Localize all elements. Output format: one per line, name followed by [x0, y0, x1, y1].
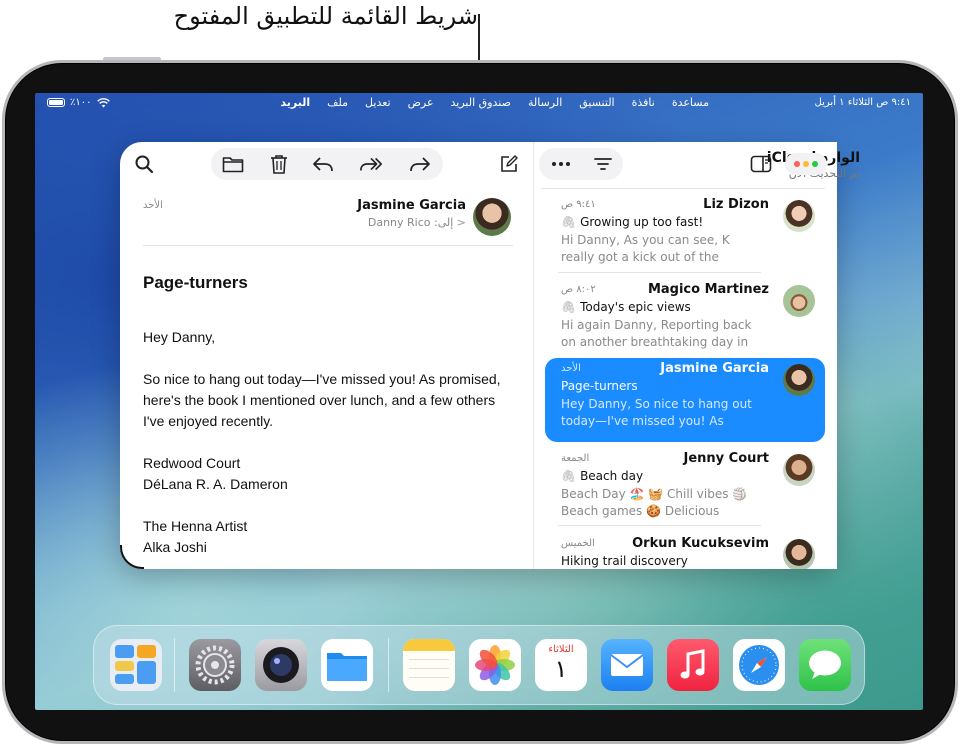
wifi-icon — [96, 97, 110, 107]
battery-percent: ٪١٠٠ — [70, 97, 92, 108]
window-controls[interactable] — [785, 153, 827, 175]
menu-bar: البريد ملف تعديل عرض صندوق البريد الرسال… — [280, 96, 709, 109]
menu-view[interactable]: عرض — [408, 96, 434, 109]
safari-icon[interactable] — [733, 639, 785, 691]
mail-sender: Orkun Kucuksevim — [632, 536, 769, 551]
reply-all-icon[interactable] — [359, 152, 383, 176]
attachment-icon: 🖇 — [561, 215, 581, 229]
battery-icon — [47, 98, 65, 107]
mail-sender: Liz Dizon — [703, 197, 769, 212]
subject-text: Today's epic views — [580, 300, 691, 314]
forward-icon[interactable] — [408, 152, 432, 176]
message-paragraph: So nice to hang out today—I've missed yo… — [143, 371, 501, 429]
calendar-day-name: الثلاثاء — [548, 644, 574, 655]
menu-window[interactable]: نافذة — [632, 96, 655, 109]
menu-edit[interactable]: تعديل — [365, 96, 391, 109]
avatar — [783, 285, 815, 317]
avatar — [783, 539, 815, 569]
mail-date: ٨:٠٢ ص — [561, 284, 596, 295]
trash-icon[interactable] — [267, 152, 291, 176]
mail-subject: 🖇 Today's epic views — [561, 300, 691, 314]
mail-list-item[interactable]: Orkun Kucuksevim الخميس Hiking trail dis… — [545, 533, 825, 569]
mail-sender: Jenny Court — [683, 451, 769, 466]
status-icons: ٪١٠٠ — [47, 97, 110, 108]
book2-author: Alka Joshi — [143, 539, 207, 555]
list-separator — [558, 272, 761, 273]
callout-label: شريط القائمة للتطبيق المفتوح — [173, 2, 478, 30]
notes-icon[interactable] — [403, 639, 455, 691]
fullscreen-dot-icon[interactable] — [812, 161, 818, 167]
mail-subject: Hiking trail discovery — [561, 554, 688, 568]
book1-author: DéLana R. A. Dameron — [143, 476, 288, 492]
camera-app-icon[interactable] — [255, 639, 307, 691]
mail-sender: Magico Martinez — [647, 282, 769, 297]
close-dot-icon[interactable] — [794, 161, 800, 167]
book2-title: The Henna Artist — [143, 518, 248, 534]
settings-icon[interactable] — [189, 639, 241, 691]
message-header: Jasmine Garcia < إلى: Danny Rico الأحد — [143, 196, 513, 246]
menu-file[interactable]: ملف — [327, 96, 348, 109]
subject-text: Beach day — [580, 469, 644, 483]
mail-subject: Page-turners — [561, 379, 638, 393]
message-recipient[interactable]: < إلى: Danny Rico — [368, 216, 466, 229]
mail-list-item[interactable]: Liz Dizon ٩:٤١ ص 🖇 Growing up too fast! … — [545, 194, 825, 278]
compose-icon[interactable] — [497, 152, 521, 176]
message-body: Page-turners Hey Danny, So nice to hang … — [143, 272, 513, 558]
messages-icon[interactable] — [799, 639, 851, 691]
menu-mailbox[interactable]: صندوق البريد — [451, 96, 511, 109]
files-icon[interactable] — [321, 639, 373, 691]
mail-sender: Jasmine Garcia — [660, 361, 769, 376]
message-subject: Page-turners — [143, 273, 248, 292]
dock-divider — [388, 638, 389, 692]
app-library-icon[interactable] — [110, 639, 162, 691]
message-date: الأحد — [143, 200, 163, 211]
message-sender: Jasmine Garcia — [357, 198, 466, 213]
recipient-text: إلى: Danny Rico — [367, 216, 454, 229]
filter-icon[interactable] — [591, 152, 615, 176]
menu-message[interactable]: الرسالة — [528, 96, 562, 109]
mail-date: الأحد — [561, 363, 581, 374]
status-time: ٩:٤١ ص الثلاثاء ١ أبريل — [814, 97, 911, 108]
attachment-icon: 🖇 — [561, 469, 581, 483]
mail-preview: Hey Danny, So nice to hang out today—I'v… — [561, 397, 752, 428]
mail-preview: Hi Danny, As you can see, K really got a… — [561, 233, 730, 264]
mail-list-item[interactable]: Jenny Court الجمعة 🖇 Beach day Beach Day… — [545, 448, 825, 532]
attachment-icon: 🖇 — [561, 300, 581, 314]
book1-title: Redwood Court — [143, 455, 241, 471]
sender-avatar — [473, 198, 511, 236]
mail-app-icon[interactable] — [601, 639, 653, 691]
mail-subject: 🖇 Growing up too fast! — [561, 215, 703, 229]
mail-date: ٩:٤١ ص — [561, 199, 596, 210]
list-header-divider — [541, 188, 825, 189]
mail-subject: 🖇 Beach day — [561, 469, 643, 483]
mail-preview: Hi again Danny, Reporting back on anothe… — [561, 318, 752, 349]
music-icon[interactable] — [667, 639, 719, 691]
menu-mail[interactable]: البريد — [280, 96, 310, 109]
mail-date: الخميس — [561, 538, 595, 549]
reply-icon[interactable] — [311, 152, 335, 176]
folder-icon[interactable] — [221, 152, 245, 176]
more-icon[interactable] — [549, 152, 573, 176]
dock-divider — [174, 638, 175, 692]
mail-list-item-selected[interactable]: Jasmine Garcia الأحد Page-turners Hey Da… — [545, 358, 825, 442]
calendar-icon[interactable]: الثلاثاء ١ — [535, 639, 587, 691]
mail-date: الجمعة — [561, 453, 590, 464]
menu-format[interactable]: التنسيق — [579, 96, 614, 109]
calendar-day-number: ١ — [554, 655, 568, 683]
photos-icon[interactable] — [469, 639, 521, 691]
mail-list-item[interactable]: Magico Martinez ٨:٠٢ ص 🖇 Today's epic vi… — [545, 279, 825, 363]
message-greeting: Hey Danny, — [143, 329, 216, 345]
subject-text: Growing up too fast! — [580, 215, 704, 229]
minimize-dot-icon[interactable] — [803, 161, 809, 167]
avatar — [783, 364, 815, 396]
sidebar-toggle-icon[interactable] — [749, 152, 773, 176]
avatar — [783, 200, 815, 232]
search-icon[interactable] — [132, 152, 156, 176]
menu-help[interactable]: مساعدة — [672, 96, 709, 109]
list-separator — [558, 525, 761, 526]
avatar — [783, 454, 815, 486]
mail-preview: Beach Day 🏖️ 🧺 Chill vibes 🏐 Beach games… — [561, 487, 748, 518]
